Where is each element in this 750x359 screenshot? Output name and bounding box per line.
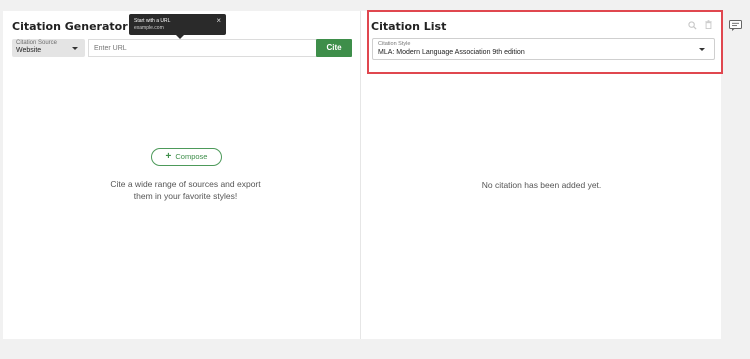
no-citation-message: No citation has been added yet. — [481, 180, 602, 190]
url-tooltip: Start with a URL example.com × — [129, 14, 226, 39]
citation-source-label: Citation Source — [16, 40, 58, 46]
chat-icon[interactable] — [729, 20, 742, 31]
highlight-box — [367, 10, 723, 74]
plus-icon: + — [165, 151, 172, 162]
tooltip-close-icon[interactable]: × — [216, 16, 221, 25]
cite-button[interactable]: Cite — [316, 39, 352, 57]
compose-label: Compose — [175, 152, 208, 161]
citation-source-value: Website — [16, 47, 42, 54]
empty-text-line-2: them in your favorite styles! — [133, 191, 238, 201]
compose-button[interactable]: + Compose — [151, 148, 222, 166]
tooltip-subtitle: example.com — [134, 25, 164, 31]
generator-title: Citation Generator — [12, 20, 128, 33]
url-input[interactable] — [88, 39, 316, 57]
citation-source-select[interactable]: Citation Source Website — [12, 39, 85, 57]
citation-generator-panel: Citation Generator Start with a URL exam… — [3, 11, 361, 339]
generator-empty-text: Cite a wide range of sources and export … — [63, 178, 308, 202]
chevron-down-icon — [72, 47, 78, 50]
empty-text-line-1: Cite a wide range of sources and export — [110, 179, 261, 189]
tooltip-title: Start with a URL — [134, 18, 171, 24]
